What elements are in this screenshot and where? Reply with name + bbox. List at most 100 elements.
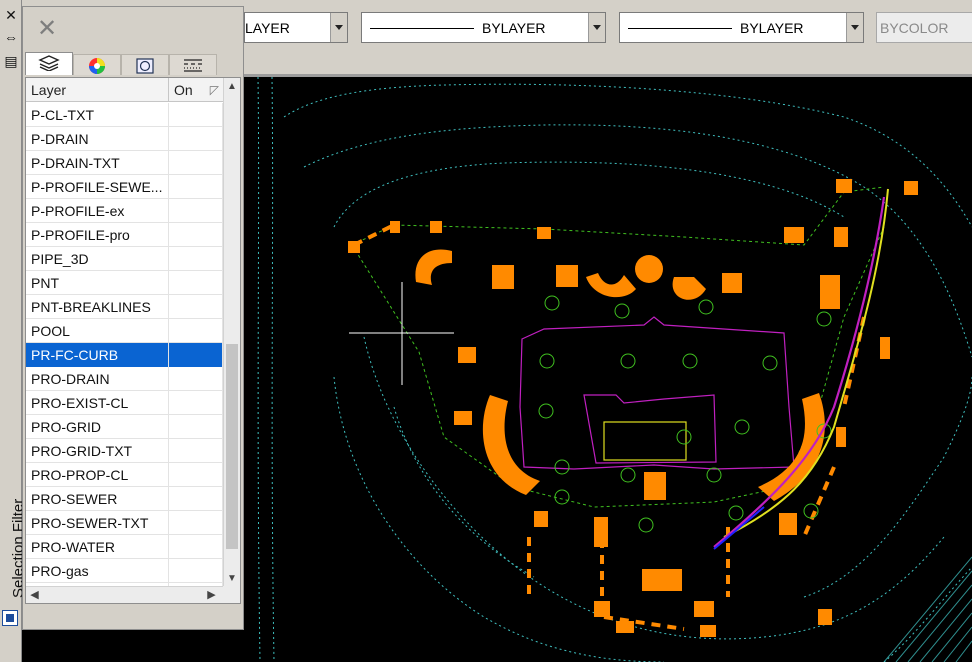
layer-list: P-CL-TXT P-DRAIN P-DRAIN-TXT P-PROFILE-SEWE… bbox=[26, 103, 224, 603]
layer-name-cell[interactable]: PRO-SEWER bbox=[26, 487, 169, 511]
layer-name-cell[interactable]: P-DRAIN-TXT bbox=[26, 151, 169, 175]
layer-name-cell[interactable]: PNT-BREAKLINES bbox=[26, 295, 169, 319]
layer-name-cell[interactable]: PRO-GRID-TXT bbox=[26, 439, 169, 463]
layer-on-cell[interactable] bbox=[169, 415, 223, 439]
layer-name-cell[interactable]: PR-FC-CURB bbox=[26, 343, 169, 367]
vertical-scrollbar[interactable]: ▲ ▼ bbox=[223, 78, 240, 587]
table-row[interactable]: PRO-SEWER bbox=[26, 487, 224, 511]
tab-linetype[interactable] bbox=[169, 54, 217, 75]
table-row[interactable]: PNT-BREAKLINES bbox=[26, 295, 224, 319]
layer-on-cell[interactable] bbox=[169, 511, 223, 535]
tab-layers[interactable] bbox=[25, 52, 73, 75]
building-outline bbox=[519, 316, 795, 470]
layer-on-cell[interactable] bbox=[169, 295, 223, 319]
layer-on-cell[interactable] bbox=[169, 463, 223, 487]
layer-name-cell[interactable]: PNT bbox=[26, 271, 169, 295]
plotstyle-combo-value: BYCOLOR bbox=[880, 20, 949, 36]
selection-filter-label[interactable]: Selection Filter bbox=[0, 478, 27, 598]
layer-on-cell[interactable] bbox=[169, 559, 223, 583]
layer-on-cell[interactable] bbox=[169, 151, 223, 175]
layer-grid: Layer On ◸ P-CL-TXT P-DRAIN P-DRAIN-TXT P-P… bbox=[25, 77, 241, 604]
contour-lines bbox=[257, 77, 972, 662]
scroll-down-icon[interactable]: ▼ bbox=[224, 570, 240, 587]
lineweight-combo-value: BYLAYER bbox=[740, 20, 804, 36]
layer-name-cell[interactable]: PRO-gas bbox=[26, 559, 169, 583]
grid-header: Layer On ◸ bbox=[26, 78, 224, 102]
table-row[interactable]: PRO-SEWER-TXT bbox=[26, 511, 224, 535]
lineweight-combo[interactable]: BYLAYER bbox=[619, 12, 864, 43]
layer-name-cell[interactable]: P-PROFILE-ex bbox=[26, 199, 169, 223]
table-row[interactable]: PRO-GRID-TXT bbox=[26, 439, 224, 463]
table-row[interactable]: PIPE_3D bbox=[26, 247, 224, 271]
layer-on-cell[interactable] bbox=[169, 439, 223, 463]
layer-on-cell[interactable] bbox=[169, 247, 223, 271]
layer-name-cell[interactable]: P-PROFILE-pro bbox=[26, 223, 169, 247]
linetype-combo-dropdown-icon[interactable] bbox=[588, 13, 605, 42]
table-row[interactable]: POOL bbox=[26, 319, 224, 343]
lineweight-combo-dropdown-icon[interactable] bbox=[846, 13, 863, 42]
linetype-icon bbox=[182, 57, 204, 76]
material-icon bbox=[135, 57, 155, 78]
table-row[interactable]: P-CL-TXT bbox=[26, 103, 224, 127]
layer-on-cell[interactable] bbox=[169, 271, 223, 295]
table-row[interactable]: PRO-EXIST-CL bbox=[26, 391, 224, 415]
table-row[interactable]: PRO-PROP-CL bbox=[26, 463, 224, 487]
properties-icon[interactable]: ▤ bbox=[2, 52, 20, 70]
pin-icon[interactable]: ⇔ bbox=[2, 28, 20, 46]
horizontal-scrollbar[interactable]: ◀ ▶ bbox=[26, 586, 224, 603]
layer-on-cell[interactable] bbox=[169, 175, 223, 199]
table-row[interactable]: P-DRAIN-TXT bbox=[26, 151, 224, 175]
close-icon[interactable]: ✕ bbox=[35, 17, 59, 41]
layers-icon bbox=[38, 55, 60, 74]
table-row[interactable]: PRO-DRAIN bbox=[26, 367, 224, 391]
tab-material[interactable] bbox=[121, 54, 169, 75]
layer-name-cell[interactable]: POOL bbox=[26, 319, 169, 343]
layer-name-cell[interactable]: PRO-WATER bbox=[26, 535, 169, 559]
layer-name-cell[interactable]: P-PROFILE-SEWE... bbox=[26, 175, 169, 199]
site-plan-drawing bbox=[257, 77, 972, 662]
drawing-canvas[interactable] bbox=[244, 77, 972, 662]
table-row[interactable]: PRO-WATER bbox=[26, 535, 224, 559]
table-row[interactable]: PRO-GRID bbox=[26, 415, 224, 439]
layer-name-cell[interactable]: PRO-DRAIN bbox=[26, 367, 169, 391]
scroll-up-icon[interactable]: ▲ bbox=[224, 78, 240, 95]
layer-on-cell[interactable] bbox=[169, 199, 223, 223]
layer-combo-value: LAYER bbox=[245, 20, 290, 36]
close-icon[interactable]: ✕ bbox=[2, 6, 20, 24]
layer-on-cell[interactable] bbox=[169, 319, 223, 343]
table-row[interactable]: P-PROFILE-SEWE... bbox=[26, 175, 224, 199]
table-row[interactable]: P-DRAIN bbox=[26, 127, 224, 151]
column-header-on[interactable]: On ◸ bbox=[169, 78, 224, 102]
scroll-thumb[interactable] bbox=[226, 344, 238, 549]
table-row[interactable]: PNT bbox=[26, 271, 224, 295]
layer-on-cell[interactable] bbox=[169, 223, 223, 247]
table-row[interactable]: P-PROFILE-ex bbox=[26, 199, 224, 223]
utility-line bbox=[713, 196, 886, 548]
scroll-right-icon[interactable]: ▶ bbox=[203, 587, 220, 603]
layer-on-cell[interactable] bbox=[169, 127, 223, 151]
layer-combo-dropdown-icon[interactable] bbox=[330, 13, 347, 42]
layer-on-cell[interactable] bbox=[169, 367, 223, 391]
layer-name-cell[interactable]: PRO-GRID bbox=[26, 415, 169, 439]
layer-on-cell[interactable] bbox=[169, 391, 223, 415]
scroll-left-icon[interactable]: ◀ bbox=[26, 587, 43, 603]
table-row[interactable]: PR-FC-CURB bbox=[26, 343, 224, 367]
layer-on-cell[interactable] bbox=[169, 535, 223, 559]
layer-name-cell[interactable]: PRO-EXIST-CL bbox=[26, 391, 169, 415]
layer-combo[interactable]: LAYER bbox=[244, 12, 348, 43]
layer-name-cell[interactable]: P-DRAIN bbox=[26, 127, 169, 151]
linetype-combo-value: BYLAYER bbox=[482, 20, 546, 36]
layer-name-cell[interactable]: P-CL-TXT bbox=[26, 103, 169, 127]
quick-select-icon[interactable] bbox=[2, 610, 18, 626]
tab-color[interactable] bbox=[73, 54, 121, 75]
layer-name-cell[interactable]: PIPE_3D bbox=[26, 247, 169, 271]
column-header-layer[interactable]: Layer bbox=[26, 78, 169, 102]
linetype-combo[interactable]: BYLAYER bbox=[361, 12, 606, 43]
layer-name-cell[interactable]: PRO-PROP-CL bbox=[26, 463, 169, 487]
table-row[interactable]: PRO-gas bbox=[26, 559, 224, 583]
layer-on-cell[interactable] bbox=[169, 487, 223, 511]
layer-on-cell[interactable] bbox=[169, 343, 223, 367]
layer-name-cell[interactable]: PRO-SEWER-TXT bbox=[26, 511, 169, 535]
layer-on-cell[interactable] bbox=[169, 103, 223, 127]
table-row[interactable]: P-PROFILE-pro bbox=[26, 223, 224, 247]
